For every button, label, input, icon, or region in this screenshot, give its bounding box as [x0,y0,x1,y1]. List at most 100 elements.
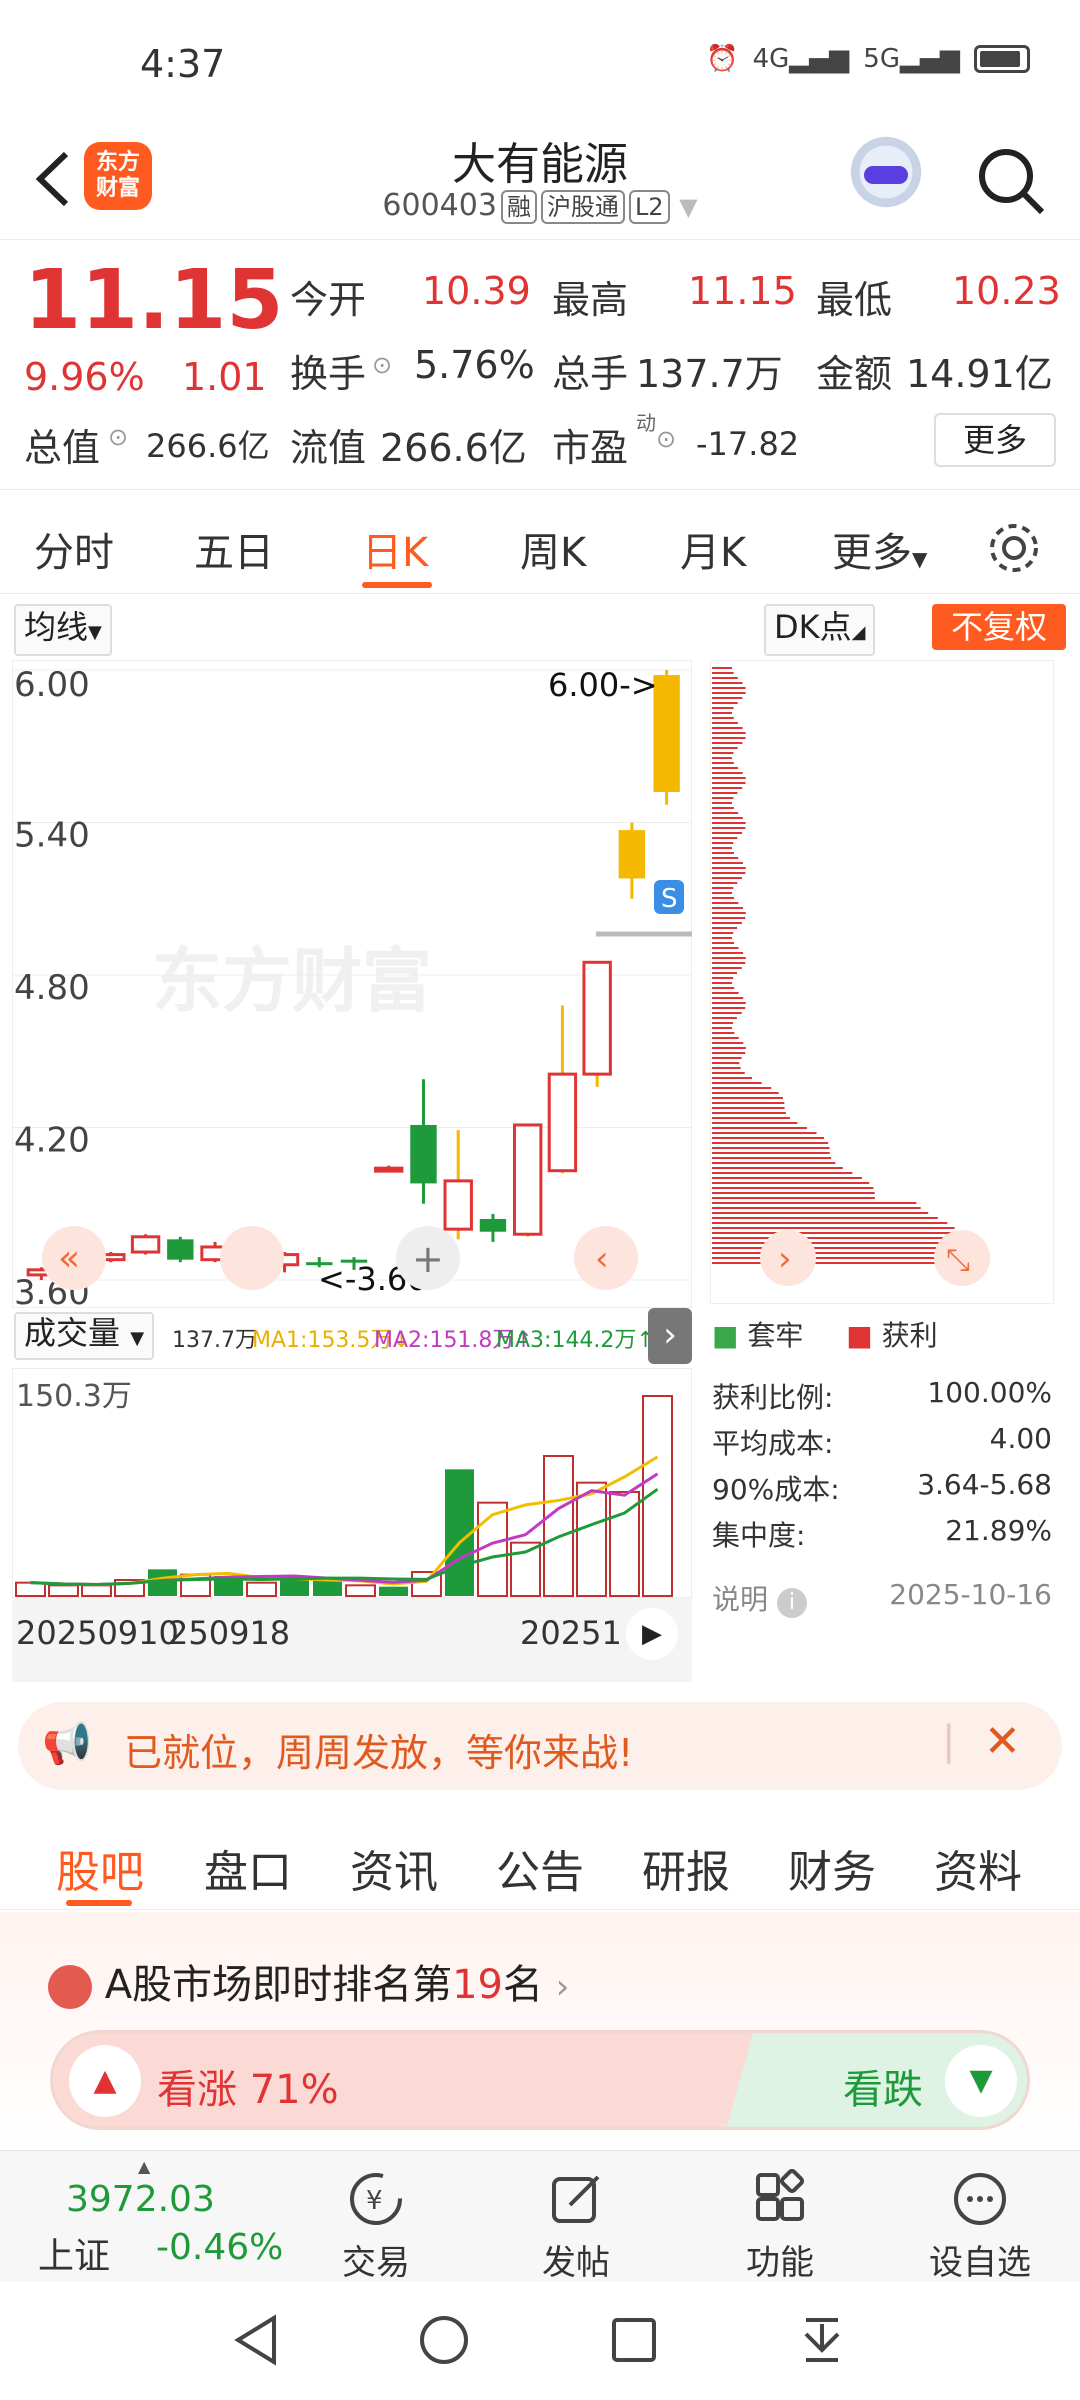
more-quote-button[interactable]: 更多 [934,413,1056,467]
stat-value: 21.89% [945,1514,1052,1547]
index-pct: -0.46% [156,2227,284,2268]
tab-five-day[interactable]: 五日 [194,520,274,578]
amount-label: 金额 [816,352,893,396]
tab-orderbook[interactable]: 盘口 [204,1836,292,1900]
chip-note[interactable]: 说明 i [712,1578,807,1618]
index-name: 上证 [38,2236,111,2277]
dk-point-selector[interactable]: DK点◢ [764,604,876,656]
pe-type: 动 [636,411,656,435]
signal-5g-icon: 5G▂▄▆ [863,44,960,74]
chart-period-tabs: 分时 五日 日K 周K 月K 更多▼ [0,492,1080,594]
notification-pull-icon[interactable] [792,2310,852,2370]
nav-functions[interactable]: 功能 [720,2169,840,2284]
svg-text:¥: ¥ [366,2186,383,2216]
stat-label: 90%成本: [712,1473,840,1506]
signal-4g-icon: 4G▂▄▆ [752,44,850,74]
dropdown-triangle-icon: ▼ [912,547,928,571]
svg-text:«: « [58,1238,80,1279]
chip-legend: ■ 套牢 ■ 获利 [712,1319,938,1352]
info-icon[interactable]: ⊙ [108,423,128,451]
turnover-value: 5.76% [414,343,535,387]
tab-research[interactable]: 研报 [642,1836,730,1900]
adjust-mode-button[interactable]: 不复权 [932,604,1066,650]
volume-bar [81,1584,112,1597]
info-icon[interactable]: ⊙ [372,351,392,379]
date-label: 20250910 [16,1614,179,1652]
assistant-robot-icon[interactable] [848,136,924,216]
banner-text: 已就位，周周发放，等你来战! [124,1731,634,1775]
close-icon[interactable]: ✕ [984,1716,1021,1767]
chip-distribution-chart[interactable]: › ⤡ [710,660,1054,1304]
tab-news[interactable]: 资讯 [350,1836,438,1900]
trapped-swatch-icon: ■ [712,1319,739,1352]
play-right-icon[interactable]: ▶ [626,1608,678,1660]
promo-banner[interactable]: 📢 已就位，周周发放，等你来战! | ✕ [18,1702,1062,1790]
tab-forum[interactable]: 股吧 [56,1836,144,1900]
ma-selector[interactable]: 均线▼ [14,604,112,656]
stock-code: 600403 [382,188,497,223]
y-tick-label: 6.00 [14,665,90,705]
info-icon[interactable]: ⊙ [656,425,676,453]
volume-bar [379,1586,408,1596]
tab-intraday[interactable]: 分时 [34,520,114,578]
vote-up-icon[interactable]: ▲ [69,2045,141,2117]
tab-more[interactable]: 更多▼ [832,520,927,578]
mcap-label: 总值 [24,426,101,470]
settings-gear-icon[interactable] [986,520,1042,576]
clock: 4:37 [140,42,226,86]
tab-monthly-k[interactable]: 月K [680,520,746,578]
high-value: 11.15 [688,269,797,313]
indicator-selector[interactable]: 成交量 ▼ [14,1312,155,1360]
svg-text:东方财富: 东方财富 [152,940,432,1022]
tag-connect: 沪股通 [540,190,625,224]
date-label: 250918 [168,1614,291,1652]
last-price: 11.15 [24,253,284,348]
dropdown-triangle-icon: ▼ [88,622,102,643]
vote-down-icon[interactable]: ▼ [945,2045,1017,2117]
float-label: 流值 [290,426,367,470]
index-ticker[interactable]: ▲ 3972.03 上证 -0.46% [30,2157,290,2281]
nav-trade[interactable]: ¥ 交易 [316,2169,436,2284]
volume-ma3: MA3:144.2万↑ [496,1328,655,1353]
home-circle-icon[interactable] [414,2310,474,2370]
change-amount: 1.01 [182,355,267,399]
caret-up-icon: ▲ [138,2157,151,2176]
section-tabs: 股吧 盘口 资讯 公告 研报 财务 资料 [0,1810,1080,1910]
candle-body [130,1235,161,1254]
high-label: 最高 [552,278,629,322]
svg-text:+: + [412,1237,444,1281]
active-tab-underline [66,1900,132,1906]
nav-post[interactable]: 发帖 [516,2169,636,2284]
mcap-value: 266.6亿 [146,427,270,465]
pe-value: -17.82 [696,425,800,463]
status-icons: ⏰ 4G▂▄▆ 5G▂▄▆ [706,44,1030,74]
expand-panel-icon[interactable]: › [648,1308,692,1364]
candlestick-chart[interactable]: 东方财富 6.005.404.804.203.60 6.00-> <-3.60 … [12,660,692,1308]
y-tick-label: 4.80 [14,968,90,1008]
tab-finance[interactable]: 财务 [788,1836,876,1900]
volume-bar [609,1491,640,1597]
tab-profile[interactable]: 资料 [934,1836,1022,1900]
low-label: 最低 [816,278,893,322]
trade-yen-icon: ¥ [350,2173,402,2225]
volume-max-label: 150.3万 [16,1379,132,1414]
alarm-icon: ⏰ [706,44,739,74]
tab-weekly-k[interactable]: 周K [520,520,586,578]
dropdown-triangle-icon[interactable]: ▼ [679,193,697,221]
stat-label: 获利比例: [712,1381,834,1414]
rank-section: A股市场即时排名第19名 › ▲ 看涨 71% 看跌 ▼ [0,1912,1080,2150]
tab-daily-k[interactable]: 日K [362,520,428,578]
nav-add-watchlist[interactable]: 设自选 [920,2169,1040,2284]
tab-announcements[interactable]: 公告 [496,1836,584,1900]
low-value: 10.23 [952,269,1061,313]
tag-margin: 融 [500,190,537,224]
candle-body [547,1072,578,1173]
volume-bar [576,1481,607,1597]
turnover-label: 换手 [290,352,367,396]
back-triangle-icon[interactable] [228,2310,288,2370]
search-icon[interactable] [976,146,1046,216]
status-bar: 4:37 ⏰ 4G▂▄▆ 5G▂▄▆ [0,0,1080,120]
rank-row[interactable]: A股市场即时排名第19名 › [48,1952,569,2010]
recents-square-icon[interactable] [604,2310,664,2370]
stock-header: 东方 财富 大有能源 600403 融沪股通 L2 ▼ [0,120,1080,240]
